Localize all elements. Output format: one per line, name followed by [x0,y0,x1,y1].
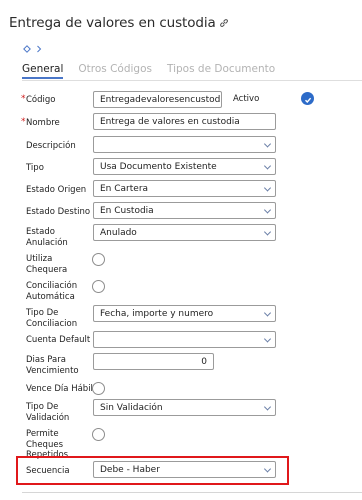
estado-anulacion-select[interactable]: Anulado [93,224,276,241]
secuencia-label: Secuencia [26,466,70,476]
tab-otros-codigos[interactable]: Otros Códigos [78,63,152,75]
link-icon[interactable] [219,18,229,28]
page-title: Entrega de valores en custodia [9,15,216,31]
estado-origen-label: Estado Origen [26,185,87,195]
chevron-down-icon [263,464,272,473]
tipo-conciliacion-select[interactable]: Fecha, importe y numero [93,305,276,322]
conciliacion-automatica-label: Conciliación Automática [26,281,78,302]
descripcion-label: Descripción [26,141,76,151]
chevron-down-icon [263,161,272,170]
utiliza-chequera-label: Utiliza Chequera [26,254,68,275]
chevron-down-icon [263,183,272,192]
activo-label: Activo [233,94,260,104]
dias-vencimiento-input[interactable]: 0 [93,353,214,370]
estado-origen-select[interactable]: En Cartera [93,180,276,197]
vence-dia-habil-toggle[interactable] [92,382,105,395]
checkmark-icon [304,89,312,108]
tab-tipos-de-documento[interactable]: Tipos de Documento [167,63,275,75]
tipo-validacion-label: Tipo De Validación [26,402,70,423]
codigo-label: * Código [21,94,56,105]
vence-dia-habil-label: Vence Día Hábil [26,384,93,394]
estado-destino-label: Estado Destino [26,207,91,217]
conciliacion-automatica-toggle[interactable] [92,280,105,293]
dias-vencimiento-label: Dias Para Vencimiento [26,355,79,376]
nombre-label: * Nombre [21,117,60,128]
chevron-down-icon [263,205,272,214]
required-marker: * [21,94,26,104]
chevron-down-icon [263,334,272,343]
page-header: Entrega de valores en custodia [9,14,229,32]
record-nav [23,45,42,56]
descripcion-select[interactable] [93,136,276,153]
codigo-field[interactable]: Entregadevaloresencustod [93,91,222,108]
diamond-icon[interactable] [23,45,31,56]
utiliza-chequera-toggle[interactable] [92,253,105,266]
secuencia-select[interactable]: Debe - Haber [93,461,276,478]
tipo-select[interactable]: Usa Documento Existente [93,158,276,175]
cuenta-default-label: Cuenta Default [26,335,91,345]
tipo-label: Tipo [26,163,44,173]
nombre-field[interactable]: Entrega de valores en custodia [93,113,276,130]
cuenta-default-select[interactable] [93,331,276,348]
activo-checkbox[interactable] [301,92,314,105]
chevron-right-icon[interactable] [36,45,42,56]
estado-destino-select[interactable]: En Custodia [93,202,276,219]
bottom-divider [22,492,362,493]
tab-bar: General Otros Códigos Tipos de Documento [22,63,275,79]
permite-repetidos-toggle[interactable] [92,428,105,441]
tab-divider [22,80,362,81]
chevron-down-icon [263,227,272,236]
chevron-down-icon [263,139,272,148]
tipo-validacion-select[interactable]: Sin Validación [93,399,276,416]
chevron-down-icon [263,308,272,317]
estado-anulacion-label: Estado Anulación [26,227,68,248]
tipo-conciliacion-label: Tipo De Conciliacion [26,308,78,329]
required-marker: * [21,117,26,127]
tab-general[interactable]: General [22,63,64,79]
chevron-down-icon [263,402,272,411]
